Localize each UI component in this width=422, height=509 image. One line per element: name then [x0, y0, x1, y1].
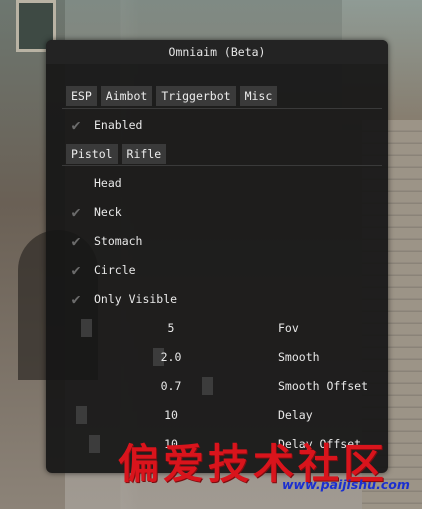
- fov-slider-row: 5 Fov: [46, 319, 388, 337]
- smooth-value: 2.0: [160, 350, 182, 364]
- omniaim-window: Omniaim (Beta) ESP Aimbot Triggerbot Mis…: [46, 40, 388, 473]
- smooth-offset-label: Smooth Offset: [278, 379, 369, 393]
- tab-esp[interactable]: ESP: [66, 86, 97, 106]
- watermark: 偏爱技术社区 www.paijishu.com: [118, 430, 418, 500]
- hitbox-label: Only Visible: [94, 292, 178, 306]
- watermark-url: www.paijishu.com: [282, 477, 410, 492]
- checkmark-icon: ✔: [71, 116, 81, 134]
- hitbox-label: Stomach: [94, 234, 143, 248]
- weapon-tabs: Pistol Rifle: [66, 144, 167, 164]
- enabled-checkbox[interactable]: ✔ Enabled: [66, 116, 142, 134]
- smooth-offset-slider-row: 0.7 Smooth Offset: [46, 377, 388, 395]
- delay-value: 10: [164, 408, 178, 422]
- smooth-slider-row: 2.0 Smooth: [46, 348, 388, 366]
- slider-knob[interactable]: [202, 377, 213, 395]
- tab-rifle[interactable]: Rifle: [121, 144, 167, 164]
- checkmark-icon: ✔: [71, 290, 81, 308]
- hitbox-stomach-checkbox[interactable]: ✔ Stomach: [66, 232, 142, 250]
- slider-knob[interactable]: [76, 406, 87, 424]
- tab-aimbot[interactable]: Aimbot: [100, 86, 153, 106]
- weapon-tabs-divider: [62, 165, 382, 166]
- tabs-divider: [62, 108, 382, 109]
- checkmark-icon: ✔: [71, 232, 81, 250]
- smooth-label: Smooth: [278, 350, 320, 364]
- hitbox-neck-checkbox[interactable]: ✔ Neck: [66, 203, 122, 221]
- window-title[interactable]: Omniaim (Beta): [46, 40, 388, 64]
- delay-label: Delay: [278, 408, 313, 422]
- hitbox-label: Circle: [94, 263, 136, 277]
- circle-checkbox[interactable]: ✔ Circle: [66, 261, 136, 279]
- hitbox-head-checkbox[interactable]: ✔ Head: [66, 174, 122, 192]
- main-tabs: ESP Aimbot Triggerbot Misc: [66, 86, 278, 106]
- hitbox-label: Neck: [94, 205, 122, 219]
- delay-slider-row: 10 Delay: [46, 406, 388, 424]
- slider-knob[interactable]: [81, 319, 92, 337]
- only-visible-checkbox[interactable]: ✔ Only Visible: [66, 290, 177, 308]
- hitbox-label: Head: [94, 176, 122, 190]
- tab-misc[interactable]: Misc: [239, 86, 278, 106]
- tab-triggerbot[interactable]: Triggerbot: [156, 86, 236, 106]
- slider-knob[interactable]: [89, 435, 100, 453]
- fov-value: 5: [167, 321, 175, 335]
- enabled-label: Enabled: [94, 118, 143, 132]
- tab-pistol[interactable]: Pistol: [66, 144, 118, 164]
- fov-label: Fov: [278, 321, 299, 335]
- checkmark-icon: ✔: [66, 174, 86, 192]
- smooth-offset-value: 0.7: [160, 379, 182, 393]
- checkmark-icon: ✔: [71, 261, 81, 279]
- checkmark-icon: ✔: [71, 203, 81, 221]
